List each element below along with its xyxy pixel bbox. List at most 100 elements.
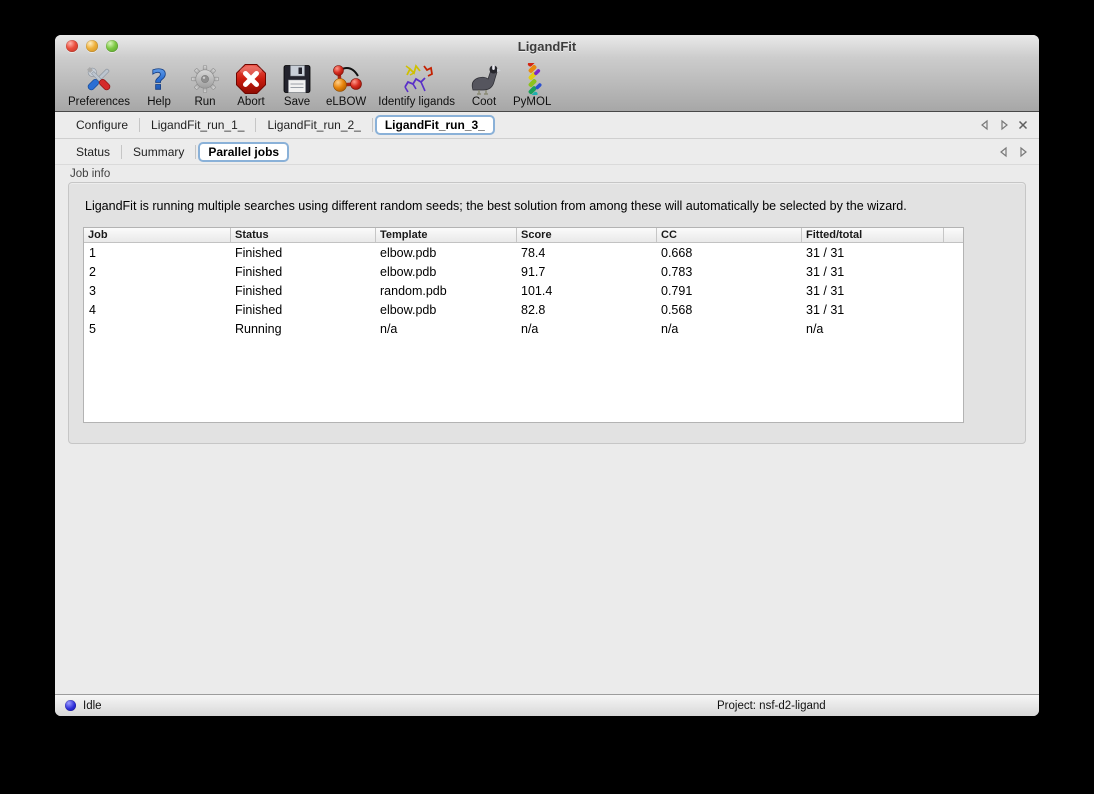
tab-ligandfit-run-1[interactable]: LigandFit_run_1_ [142, 116, 253, 134]
toolbar-item-label: Identify ligands [378, 96, 455, 108]
main-tab-bar: Configure LigandFit_run_1_ LigandFit_run… [55, 112, 1039, 139]
window-title: LigandFit [518, 39, 577, 54]
cell-fitted-total: 31 / 31 [801, 265, 943, 279]
tab-separator [121, 145, 122, 159]
cell-job: 2 [84, 265, 230, 279]
cell-fitted-total: 31 / 31 [801, 284, 943, 298]
scroll-subtabs-left-icon[interactable] [998, 146, 1010, 158]
status-bar: Idle Project: nsf-d2-ligand [55, 694, 1039, 716]
coot-bird-icon [467, 63, 501, 95]
question-mark-icon: ? [142, 63, 176, 95]
cell-score: 82.8 [516, 303, 656, 317]
table-row[interactable]: 4 Finished elbow.pdb 82.8 0.568 31 / 31 [84, 300, 963, 319]
floppy-disk-icon [280, 63, 314, 95]
table-row[interactable]: 5 Running n/a n/a n/a n/a [84, 319, 963, 338]
close-window-button[interactable] [66, 40, 78, 52]
column-header-template[interactable]: Template [375, 228, 516, 242]
cell-fitted-total: n/a [801, 322, 943, 336]
cell-job: 5 [84, 322, 230, 336]
help-button[interactable]: ? Help [137, 63, 181, 108]
cell-status: Finished [230, 303, 375, 317]
cell-template: elbow.pdb [375, 246, 516, 260]
cell-template: elbow.pdb [375, 303, 516, 317]
cell-score: 78.4 [516, 246, 656, 260]
cell-job: 4 [84, 303, 230, 317]
identify-ligands-button[interactable]: Identify ligands [373, 63, 460, 108]
parallel-jobs-panel: Job info LigandFit is running multiple s… [55, 165, 1039, 694]
ligandfit-window: LigandFit Preferences [55, 35, 1039, 716]
column-header-cc[interactable]: CC [656, 228, 801, 242]
coot-button[interactable]: Coot [462, 63, 506, 108]
svg-text:?: ? [151, 63, 167, 95]
column-header-empty [943, 228, 963, 242]
tools-icon [82, 63, 116, 95]
cell-fitted-total: 31 / 31 [801, 303, 943, 317]
column-header-status[interactable]: Status [230, 228, 375, 242]
title-bar[interactable]: LigandFit [55, 35, 1039, 57]
ligands-icon [400, 63, 434, 95]
cell-status: Finished [230, 265, 375, 279]
cell-job: 3 [84, 284, 230, 298]
cell-template: random.pdb [375, 284, 516, 298]
toolbar-item-label: eLBOW [326, 96, 366, 108]
status-text: Idle [83, 700, 102, 712]
cell-template: elbow.pdb [375, 265, 516, 279]
cell-cc: 0.568 [656, 303, 801, 317]
column-header-fitted-total[interactable]: Fitted/total [801, 228, 943, 242]
scroll-subtabs-right-icon[interactable] [1017, 146, 1029, 158]
abort-button[interactable]: Abort [229, 63, 273, 108]
toolbar-item-label: Save [284, 96, 310, 108]
toolbar-item-label: Run [194, 96, 215, 108]
tab-status[interactable]: Status [67, 143, 119, 161]
toolbar-item-label: Preferences [68, 96, 130, 108]
scroll-tabs-right-icon[interactable] [998, 119, 1010, 131]
tab-separator [255, 118, 256, 132]
cell-score: 101.4 [516, 284, 656, 298]
cell-job: 1 [84, 246, 230, 260]
tab-ligandfit-run-3[interactable]: LigandFit_run_3_ [375, 115, 495, 135]
toolbar-item-label: Abort [237, 96, 265, 108]
elbow-button[interactable]: eLBOW [321, 63, 371, 108]
column-header-job[interactable]: Job [84, 228, 230, 242]
tab-parallel-jobs[interactable]: Parallel jobs [198, 142, 289, 162]
cell-cc: 0.791 [656, 284, 801, 298]
table-row[interactable]: 1 Finished elbow.pdb 78.4 0.668 31 / 31 [84, 243, 963, 262]
table-row[interactable]: 2 Finished elbow.pdb 91.7 0.783 31 / 31 [84, 262, 963, 281]
close-tab-icon[interactable] [1017, 119, 1029, 131]
toolbar: Preferences ? Help [55, 57, 1039, 112]
gear-icon [188, 63, 222, 95]
job-info-groupbox: LigandFit is running multiple searches u… [68, 182, 1026, 444]
run-button[interactable]: Run [183, 63, 227, 108]
scroll-tabs-left-icon[interactable] [979, 119, 991, 131]
pymol-button[interactable]: PyMOL [508, 63, 556, 108]
column-header-score[interactable]: Score [516, 228, 656, 242]
cell-status: Running [230, 322, 375, 336]
tab-separator [372, 118, 373, 132]
tab-summary[interactable]: Summary [124, 143, 193, 161]
tab-configure[interactable]: Configure [67, 116, 137, 134]
job-info-description: LigandFit is running multiple searches u… [85, 199, 907, 213]
cell-fitted-total: 31 / 31 [801, 246, 943, 260]
cell-status: Finished [230, 284, 375, 298]
cell-score: 91.7 [516, 265, 656, 279]
cell-score: n/a [516, 322, 656, 336]
toolbar-item-label: Help [147, 96, 171, 108]
sub-tab-bar: Status Summary Parallel jobs [55, 139, 1039, 165]
cell-cc: 0.668 [656, 246, 801, 260]
cell-cc: 0.783 [656, 265, 801, 279]
tab-separator [195, 145, 196, 159]
tab-separator [139, 118, 140, 132]
molecule-icon [329, 63, 363, 95]
zoom-window-button[interactable] [106, 40, 118, 52]
project-label: Project: nsf-d2-ligand [717, 700, 826, 712]
toolbar-item-label: PyMOL [513, 96, 551, 108]
tab-ligandfit-run-2[interactable]: LigandFit_run_2_ [258, 116, 369, 134]
minimize-window-button[interactable] [86, 40, 98, 52]
table-row[interactable]: 3 Finished random.pdb 101.4 0.791 31 / 3… [84, 281, 963, 300]
jobs-table[interactable]: Job Status Template Score CC Fitted/tota… [83, 227, 964, 423]
save-button[interactable]: Save [275, 63, 319, 108]
toolbar-item-label: Coot [472, 96, 496, 108]
status-indicator-icon [65, 700, 76, 711]
pymol-ribbon-icon [515, 63, 549, 95]
preferences-button[interactable]: Preferences [63, 63, 135, 108]
